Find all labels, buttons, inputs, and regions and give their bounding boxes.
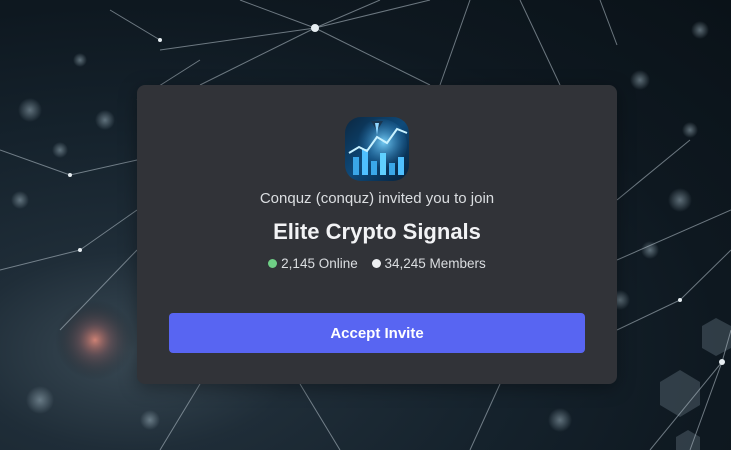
server-name: Elite Crypto Signals: [273, 219, 481, 244]
members-dot-icon: [371, 259, 381, 268]
invite-card: Conquz (conquz) invited you to join Elit…: [137, 85, 617, 384]
online-count: 2,145 Online: [281, 256, 358, 271]
accept-invite-button[interactable]: Accept Invite: [169, 313, 585, 353]
online-status-dot-icon: [268, 259, 278, 268]
members-stat: 34,245 Members: [371, 255, 486, 273]
invite-page: Conquz (conquz) invited you to join Elit…: [0, 0, 731, 450]
crypto-chart-server-icon: [345, 117, 409, 181]
inviter-text: Conquz (conquz) invited you to join: [259, 190, 495, 207]
online-stat: 2,145 Online: [268, 255, 358, 273]
server-stats: 2,145 Online 34,245 Members: [137, 255, 617, 273]
member-count: 34,245 Members: [384, 256, 486, 271]
